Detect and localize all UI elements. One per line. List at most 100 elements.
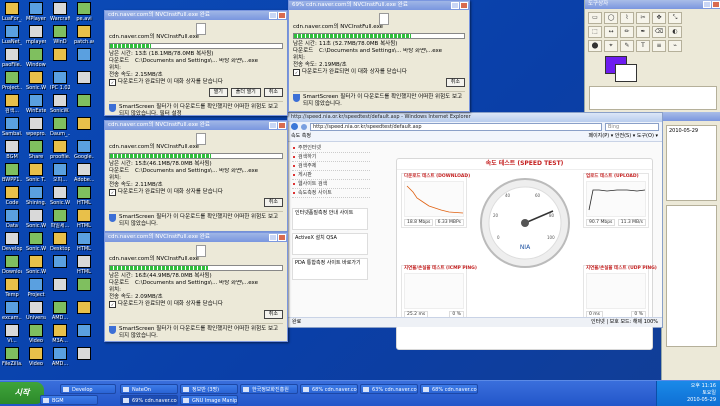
desktop-icon[interactable]: Video bbox=[26, 347, 46, 367]
gimp-tool-icon[interactable]: ⌫ bbox=[652, 26, 666, 38]
url-input[interactable]: http://speed.nia.or.kr/speedtest/default… bbox=[310, 122, 602, 131]
desktop-icon[interactable]: 오피... bbox=[50, 163, 70, 183]
minimize-button[interactable] bbox=[269, 12, 277, 19]
gimp-tool-icon[interactable]: ⤡ bbox=[668, 12, 682, 24]
desktop-icon[interactable]: Daum_... bbox=[50, 117, 70, 137]
desktop-icon[interactable] bbox=[74, 94, 94, 108]
desktop-icon[interactable]: Download bbox=[2, 255, 22, 275]
desktop-icon[interactable]: Sonic.W... bbox=[50, 186, 70, 206]
desktop-icon[interactable]: 파일세... bbox=[50, 209, 70, 229]
cancel-button[interactable]: 취소 bbox=[263, 88, 283, 97]
desktop-icon[interactable]: AMD... bbox=[50, 347, 70, 367]
gimp-tool-icon[interactable]: ⌇ bbox=[620, 12, 634, 24]
desktop-icon[interactable] bbox=[74, 117, 94, 131]
gimp-tool-icon[interactable]: T bbox=[636, 40, 650, 52]
cancel-button[interactable]: 취소 bbox=[263, 310, 283, 319]
dialog-titlebar[interactable]: 69% cdn.naver.com의 NVCInstFull.exe 완료 bbox=[289, 1, 469, 10]
gimp-tool-icon[interactable]: ⬚ bbox=[588, 26, 602, 38]
desktop-icon[interactable]: Sonic.W... bbox=[26, 232, 46, 252]
open-folder-button[interactable]: 폴더 열기 bbox=[230, 88, 261, 97]
site-menu-item[interactable]: 검색주제 bbox=[292, 162, 370, 171]
minimize-button[interactable] bbox=[703, 1, 711, 8]
site-menu-item[interactable]: 속도측정 사이트 bbox=[292, 189, 370, 198]
desktop-icon[interactable]: Warcraft III bbox=[50, 2, 70, 22]
dialog-titlebar[interactable]: cdn.naver.com의 NVCInstFull.exe 완료 bbox=[105, 233, 287, 242]
cancel-button[interactable]: 취소 bbox=[445, 78, 465, 87]
desktop-icon[interactable]: MPlayer... bbox=[26, 2, 46, 22]
open-button[interactable]: 열기 bbox=[208, 88, 228, 97]
desktop-icon[interactable]: excam... bbox=[2, 301, 22, 321]
gimp-tool-icon[interactable]: ◯ bbox=[604, 12, 618, 24]
close-button[interactable] bbox=[460, 2, 468, 9]
gimp-tool-icon[interactable]: ✂ bbox=[636, 12, 650, 24]
desktop-icon[interactable]: SambaI... bbox=[2, 117, 22, 137]
close-when-done-checkbox[interactable]: ✓ bbox=[109, 189, 116, 196]
dock-titlebar[interactable] bbox=[662, 112, 720, 121]
desktop-icon[interactable]: Project bbox=[26, 278, 46, 298]
ad-quality[interactable]: 인터넷품질측정 안내 사이트 bbox=[292, 208, 368, 230]
desktop-icon[interactable]: SonicW... bbox=[50, 94, 70, 114]
desktop-icon[interactable]: wpepro... bbox=[26, 117, 46, 137]
desktop-icon[interactable] bbox=[50, 48, 70, 62]
desktop-icon[interactable] bbox=[74, 71, 94, 85]
ad-activex[interactable]: ActiveX 설치 QSA bbox=[292, 233, 368, 255]
cancel-button[interactable]: 취소 bbox=[263, 198, 283, 207]
desktop-icon[interactable]: BGM bbox=[2, 140, 22, 160]
desktop-icon[interactable]: Video bbox=[26, 324, 46, 344]
gimp-tool-icon[interactable]: ⌖ bbox=[604, 40, 618, 52]
desktop-icon[interactable]: Sonic.W... bbox=[26, 71, 46, 91]
desktop-icon[interactable]: LuaNet_... bbox=[2, 25, 22, 45]
gimp-titlebar[interactable]: 도구상자 bbox=[585, 0, 720, 9]
tray-time[interactable]: 오후 11:16 bbox=[657, 383, 716, 390]
minimize-button[interactable] bbox=[269, 122, 277, 129]
gimp-tool-icon[interactable]: ≡ bbox=[652, 40, 666, 52]
gimp-tool-icon[interactable]: ⬤ bbox=[588, 40, 602, 52]
taskbar-task[interactable]: NateOn bbox=[120, 384, 178, 394]
search-input[interactable]: Bing bbox=[605, 122, 659, 131]
ie-titlebar[interactable]: http://speed.nia.or.kr/speedtest/default… bbox=[288, 113, 662, 122]
desktop-icon[interactable]: Google... bbox=[74, 140, 94, 160]
desktop-icon[interactable]: Develop bbox=[2, 232, 22, 252]
ad-pda[interactable]: PDA 통합측정 사이트 바로가기 bbox=[292, 258, 368, 280]
desktop-icon[interactable]: LuaFor_... bbox=[2, 2, 22, 22]
taskbar-task[interactable]: 69% cdn.naver.com bbox=[120, 395, 178, 405]
site-menu-item[interactable]: 게시판 bbox=[292, 171, 370, 180]
taskbar-task[interactable]: GNU Image Manip bbox=[180, 395, 238, 405]
desktop-icon[interactable]: paoFile... bbox=[2, 48, 22, 68]
desktop-icon[interactable]: M3A... bbox=[50, 324, 70, 344]
desktop-icon[interactable]: HTML bbox=[74, 255, 94, 275]
desktop-icon[interactable]: Adobe... bbox=[74, 163, 94, 183]
desktop-icon[interactable]: Universal bbox=[26, 301, 46, 321]
desktop-icon[interactable] bbox=[74, 347, 94, 361]
back-icon[interactable] bbox=[291, 123, 298, 130]
taskbar-task[interactable]: 63% cdn.naver.com bbox=[360, 384, 418, 394]
tab-speed-test[interactable]: 속도 측정 bbox=[291, 131, 311, 141]
close-when-done-checkbox[interactable]: ✓ bbox=[293, 69, 300, 76]
desktop-icon[interactable]: Project... bbox=[2, 71, 22, 91]
close-when-done-checkbox[interactable]: ✓ bbox=[109, 79, 116, 86]
desktop-icon[interactable]: Sonic.W... bbox=[26, 209, 46, 229]
desktop-icon[interactable]: 검색... bbox=[2, 94, 22, 114]
close-when-done-checkbox[interactable]: ✓ bbox=[109, 301, 116, 308]
desktop-icon[interactable] bbox=[74, 301, 94, 315]
minimize-button[interactable] bbox=[269, 234, 277, 241]
desktop-icon[interactable]: HTML bbox=[74, 209, 94, 229]
desktop-icon[interactable]: FileZilla... bbox=[2, 347, 22, 367]
desktop-icon[interactable]: Sonic.W... bbox=[26, 255, 46, 275]
desktop-icon[interactable]: WinD bbox=[50, 25, 70, 45]
desktop-icon[interactable]: Data bbox=[2, 209, 22, 229]
command-menus[interactable]: 페이지(P) ▾ 안전(S) ▾ 도구(O) ▾ bbox=[588, 131, 658, 141]
taskbar-task[interactable]: BGM bbox=[40, 395, 98, 405]
desktop-icon[interactable]: HTML bbox=[74, 232, 94, 252]
desktop-icon[interactable]: Share bbox=[26, 140, 46, 160]
taskbar-task[interactable]: 한국정보화진흥원 bbox=[240, 384, 298, 394]
desktop-icon[interactable]: pe.avi bbox=[74, 2, 94, 22]
site-menu-item[interactable]: 웹사이트 검색 bbox=[292, 180, 370, 189]
desktop-icon[interactable]: BWPP1... bbox=[2, 163, 22, 183]
desktop-icon[interactable]: Windows bbox=[26, 48, 46, 68]
desktop-icon[interactable] bbox=[50, 278, 70, 292]
close-button[interactable] bbox=[278, 234, 286, 241]
gimp-tool-icon[interactable]: ✎ bbox=[620, 40, 634, 52]
desktop-icon[interactable]: AMD... bbox=[50, 301, 70, 321]
gimp-tool-icon[interactable]: ✒ bbox=[636, 26, 650, 38]
